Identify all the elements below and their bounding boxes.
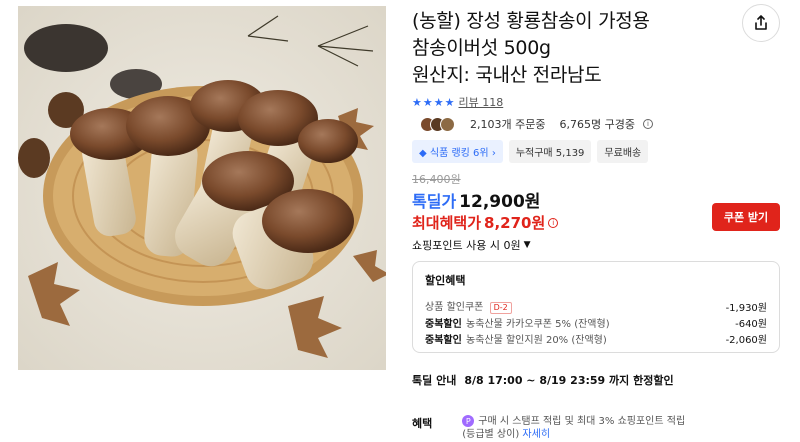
avatar-group: [420, 116, 455, 132]
discount-row-text: 상품 할인쿠폰: [425, 302, 484, 313]
sale-notice-text: 8/8 17:00 ~ 8/19 23:59 까지 한정할인: [464, 374, 674, 387]
detail-link[interactable]: 자세히: [522, 429, 550, 440]
title-line-2: 참송이버섯 500g: [412, 37, 551, 59]
price-badge: 톡딜가: [412, 192, 457, 211]
info-icon[interactable]: i: [548, 217, 559, 228]
info-icon[interactable]: i: [642, 119, 653, 129]
orders-count: 2,103개 주문중: [470, 118, 546, 131]
tags-row: ◆ 식품 랭킹 6위 › 누적구매 5,139 무료배송: [412, 140, 649, 163]
star-icon: ★: [433, 95, 444, 109]
dday-badge: D-2: [489, 302, 512, 314]
review-link[interactable]: 리뷰 118: [459, 94, 504, 110]
title-line-1: (농할) 장성 황룡참송이 가정용: [412, 10, 650, 32]
discount-row-text: 농축산물 카카오쿠폰 5% (잔액형): [466, 318, 610, 330]
sale-notice: 톡딜 안내 8/8 17:00 ~ 8/19 23:59 까지 한정할인: [412, 372, 674, 388]
tag-ranking[interactable]: ◆ 식품 랭킹 6위 ›: [412, 140, 503, 163]
star-icon: ★: [444, 95, 455, 109]
discount-amount: -640원: [735, 318, 767, 330]
coupon-button[interactable]: 쿠폰 받기: [712, 203, 780, 231]
discount-row-text: 농축산물 할인지원 20% (잔액형): [466, 334, 607, 346]
product-title: (농할) 장성 황룡참송이 가정용 참송이버섯 500g 원산지: 국내산 전라…: [412, 8, 732, 89]
star-icon: ★: [422, 95, 433, 109]
discount-row-bold: 중복할인: [425, 334, 462, 346]
tag-ranking-label: 식품 랭킹 6위: [429, 148, 489, 159]
benefits-line-2: (등급별 상이): [462, 429, 520, 440]
title-line-3: 원산지: 국내산 전라남도: [412, 64, 602, 86]
discount-title: 할인혜택: [425, 274, 466, 287]
benefits-line-1: 구매 시 스탬프 적립 및 최대 3% 쇼핑포인트 적립: [478, 416, 686, 427]
max-benefit-label: 최대혜택가: [412, 214, 482, 232]
points-dropdown[interactable]: 쇼핑포인트 사용 시 0원 ▼: [412, 237, 531, 253]
share-button[interactable]: [742, 4, 780, 42]
sale-notice-label: 톡딜 안내: [412, 374, 457, 387]
original-price: 16,400원: [412, 173, 461, 186]
benefits-section: 혜택 P 구매 시 스탬프 적립 및 최대 3% 쇼핑포인트 적립 (등급별 상이…: [412, 415, 762, 441]
discount-row: 상품 할인쿠폰 D-2 -1,930원: [425, 298, 767, 314]
star-icon: ★: [412, 95, 422, 109]
max-benefit-row: 최대혜택가 8,270원 i: [412, 212, 559, 233]
tag-cumulative: 누적구매 5,139: [508, 140, 592, 163]
price-row: 톡딜가 12,900원: [412, 187, 540, 212]
discount-amount: -1,930원: [725, 302, 767, 314]
benefits-label: 혜택: [412, 417, 433, 430]
share-icon: [755, 15, 767, 30]
product-image: [18, 6, 386, 370]
benefits-content: P 구매 시 스탬프 적립 및 최대 3% 쇼핑포인트 적립 (등급별 상이) 자…: [462, 415, 762, 441]
discount-amount: -2,060원: [725, 334, 767, 346]
points-label: 쇼핑포인트 사용 시 0원: [412, 239, 521, 252]
max-benefit-price: 8,270원: [484, 214, 546, 232]
rating-row: ★ ★ ★ ★ 리뷰 118: [412, 94, 503, 110]
sale-price: 12,900원: [459, 192, 541, 212]
avatar: [440, 116, 455, 132]
discount-panel: 할인혜택 상품 할인쿠폰 D-2 -1,930원 중복할인 농축산물 카카오쿠폰…: [412, 261, 780, 353]
viewers-count: 6,765명 구경중: [559, 118, 635, 131]
discount-row-bold: 중복할인: [425, 318, 462, 330]
chevron-down-icon: ▼: [523, 240, 531, 250]
rating-stars: ★ ★ ★ ★: [412, 97, 455, 108]
point-icon: P: [462, 415, 475, 427]
discount-row: 중복할인 농축산물 할인지원 20% (잔액형) -2,060원: [425, 330, 767, 346]
chevron-right-icon: ›: [491, 148, 496, 159]
tag-free-shipping: 무료배송: [597, 140, 649, 163]
rank-icon: ◆: [419, 148, 427, 159]
stats-row: 2,103개 주문중 6,765명 구경중 i: [420, 116, 653, 132]
discount-row: 중복할인 농축산물 카카오쿠폰 5% (잔액형) -640원: [425, 314, 767, 330]
mushroom-photo: [18, 6, 386, 370]
